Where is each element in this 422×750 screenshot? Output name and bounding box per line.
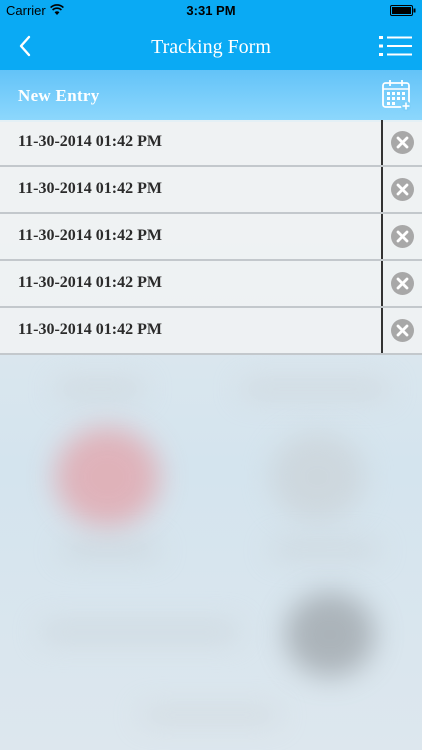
entry-row[interactable]: 11-30-2014 01:42 PM	[0, 167, 422, 214]
page-title: Tracking Form	[151, 36, 271, 58]
row-divider	[381, 167, 383, 212]
entry-row[interactable]: 11-30-2014 01:42 PM	[0, 120, 422, 167]
delete-entry-icon[interactable]	[391, 319, 414, 342]
row-divider	[381, 214, 383, 259]
delete-entry-icon[interactable]	[391, 131, 414, 154]
blurred-shape	[55, 427, 160, 527]
entry-datetime: 11-30-2014 01:42 PM	[18, 274, 162, 291]
entry-row[interactable]: 11-30-2014 01:42 PM	[0, 308, 422, 355]
back-chevron-icon[interactable]	[14, 32, 36, 60]
blurred-shape	[60, 542, 160, 558]
entry-datetime: 11-30-2014 01:42 PM	[18, 227, 162, 244]
delete-entry-icon[interactable]	[391, 225, 414, 248]
battery-icon	[390, 5, 416, 16]
status-bar: Carrier 3:31 PM	[0, 0, 422, 22]
entry-row[interactable]: 11-30-2014 01:42 PM	[0, 261, 422, 308]
calendar-add-icon[interactable]	[382, 79, 412, 111]
blurred-shape	[285, 592, 375, 677]
blurred-shape	[240, 380, 390, 398]
blurred-shape	[270, 432, 365, 522]
row-divider	[381, 120, 383, 165]
blurred-shape	[270, 542, 380, 558]
new-entry-bar[interactable]: New Entry	[0, 70, 422, 122]
row-divider	[381, 261, 383, 306]
entry-datetime: 11-30-2014 01:42 PM	[18, 180, 162, 197]
blurred-shape	[140, 707, 280, 723]
delete-entry-icon[interactable]	[391, 178, 414, 201]
status-time: 3:31 PM	[186, 3, 236, 18]
nav-bar: Tracking Form	[0, 22, 422, 70]
row-divider	[381, 308, 383, 353]
entry-datetime: 11-30-2014 01:42 PM	[18, 133, 162, 150]
entry-list: 11-30-2014 01:42 PM 11-30-2014 01:42 PM …	[0, 120, 422, 355]
blurred-shape	[40, 622, 240, 642]
new-entry-label: New Entry	[18, 86, 100, 105]
entry-datetime: 11-30-2014 01:42 PM	[18, 321, 162, 338]
list-menu-icon[interactable]	[379, 34, 412, 58]
blurred-shape	[55, 380, 145, 398]
delete-entry-icon[interactable]	[391, 272, 414, 295]
entry-row[interactable]: 11-30-2014 01:42 PM	[0, 214, 422, 261]
